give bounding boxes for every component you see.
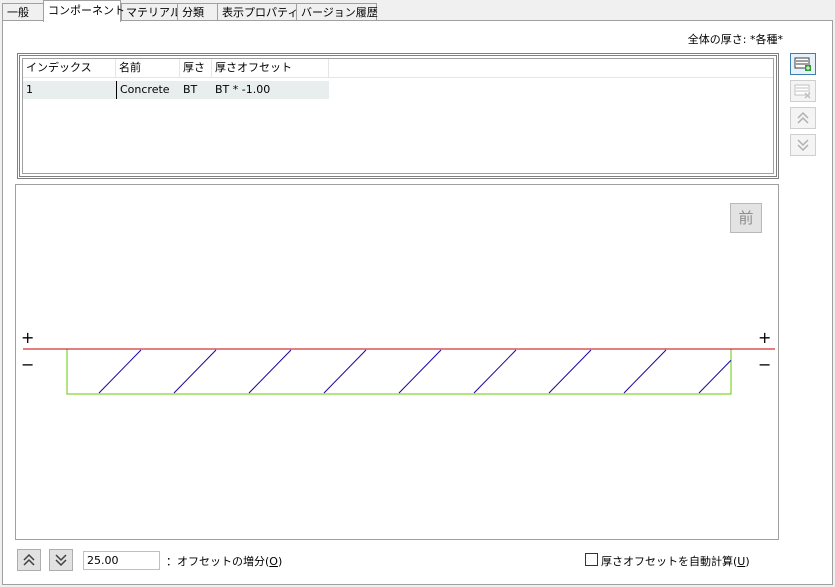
cell-index: 1: [26, 83, 33, 96]
total-thickness: 全体の厚さ: *各種*: [688, 31, 783, 47]
double-chevron-down-icon: [797, 139, 809, 152]
cell-offset[interactable]: BT * -1.00: [212, 81, 329, 99]
auto-calc-offset-checkbox[interactable]: [585, 553, 598, 566]
tab-label: 分類: [182, 6, 204, 19]
decrease-offset-button[interactable]: [49, 549, 73, 571]
tab-label: バージョン履歴: [301, 6, 378, 19]
increase-offset-button[interactable]: [17, 549, 41, 571]
remove-component-icon: [794, 84, 811, 99]
offset-increment-input[interactable]: [83, 551, 160, 570]
double-chevron-up-icon: [23, 553, 35, 566]
tab-label: 一般: [7, 6, 29, 19]
hatch-line: [398, 349, 442, 394]
move-up-button[interactable]: [790, 107, 816, 129]
list-header: インデックス 名前 厚さ 厚さオフセット: [23, 59, 773, 78]
column-header-offset[interactable]: 厚さオフセット: [212, 59, 329, 78]
tab-version-history[interactable]: バージョン履歴: [296, 3, 378, 21]
component-list-body: インデックス 名前 厚さ 厚さオフセット 1 Concrete BT BT * …: [22, 58, 774, 174]
component-preview: 前 + + − −: [15, 184, 779, 540]
hatch-line: [548, 349, 592, 394]
cell-name[interactable]: Concrete: [116, 81, 180, 99]
tab-label: コンポーネント: [48, 4, 125, 17]
tab-label: マテリアル: [126, 6, 181, 19]
total-thickness-label: 全体の厚さ:: [687, 33, 747, 46]
tab-display-properties[interactable]: 表示プロパティ: [217, 3, 299, 21]
total-thickness-value: *各種*: [750, 33, 783, 46]
tab-label: 表示プロパティ: [222, 6, 299, 19]
table-row[interactable]: 1 Concrete BT BT * -1.00: [23, 81, 329, 99]
move-down-button[interactable]: [790, 134, 816, 156]
tab-general[interactable]: 一般: [2, 3, 44, 21]
column-header-thickness[interactable]: 厚さ: [180, 59, 212, 78]
hatch-line: [173, 349, 217, 394]
tab-classification[interactable]: 分類: [177, 3, 218, 21]
add-component-button[interactable]: [790, 53, 816, 75]
component-hatch: [98, 349, 732, 394]
hatch-line: [698, 359, 732, 394]
tab-components[interactable]: コンポーネント: [43, 0, 125, 22]
component-outline: [66, 348, 732, 395]
column-header-name[interactable]: 名前: [116, 59, 180, 78]
offset-increment-label: ：オフセットの増分(O): [166, 555, 283, 568]
hatch-line: [623, 349, 667, 394]
double-chevron-down-icon: [55, 554, 67, 567]
remove-component-button[interactable]: [790, 80, 816, 102]
hatch-line: [473, 349, 517, 394]
hatch-line: [248, 349, 292, 394]
hatch-line: [98, 349, 142, 394]
wall-section-drawing: [23, 348, 775, 395]
tab-materials[interactable]: マテリアル: [121, 3, 181, 21]
double-chevron-up-icon: [797, 111, 809, 124]
column-header-index[interactable]: インデックス: [23, 59, 116, 78]
add-component-icon: [794, 57, 811, 71]
tab-bar: 一般 コンポーネント マテリアル 分類 表示プロパティ バージョン履歴: [0, 0, 835, 22]
hatch-line: [323, 349, 367, 394]
component-list[interactable]: インデックス 名前 厚さ 厚さオフセット 1 Concrete BT BT * …: [17, 53, 779, 179]
auto-calc-offset-label[interactable]: 厚さオフセットを自動計算(U): [601, 553, 750, 569]
cell-thickness[interactable]: BT: [180, 81, 212, 99]
